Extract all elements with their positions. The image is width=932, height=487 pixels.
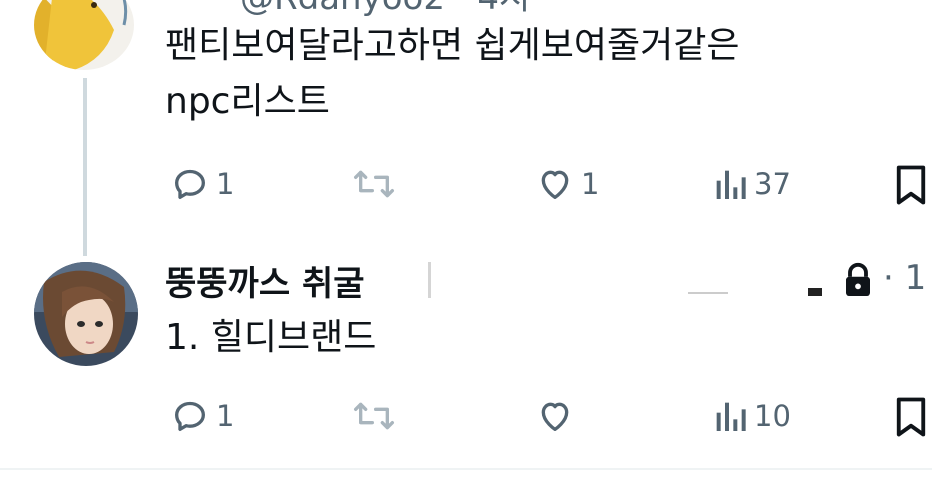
lock-icon	[842, 262, 874, 302]
tweet2-text: 1. 힐디브랜드	[165, 317, 377, 358]
tweet1-views-count: 37	[754, 167, 791, 201]
tweet2-reply-count: 1	[216, 399, 235, 433]
tweet1-text: 팬티보여달라고하면 쉽게보여줄거같은 npc리스트	[165, 18, 739, 130]
redacted-handle	[430, 258, 835, 300]
retweet-icon	[354, 170, 395, 198]
redaction-mark	[688, 292, 728, 294]
thread-connector-line	[83, 78, 87, 256]
tweet2-time[interactable]: · 1	[883, 258, 926, 298]
tweet1-views-button[interactable]: 37	[712, 164, 791, 204]
tweet2-views-count: 10	[754, 399, 791, 433]
tweet1-reply-count: 1	[216, 167, 235, 201]
tweet2-bookmark-button[interactable]	[893, 396, 929, 438]
tweet1-like-count: 1	[581, 167, 600, 201]
tweet2-display-name[interactable]: 뚱뚱까스 취굴	[165, 256, 365, 305]
tweet1-reply-button[interactable]: 1	[170, 164, 234, 204]
redaction-mark	[808, 288, 822, 296]
bookmark-icon	[896, 165, 926, 205]
tweet-divider	[0, 468, 932, 470]
reply-icon	[175, 169, 205, 199]
tweet2-reply-button[interactable]: 1	[170, 396, 234, 436]
tweet2-like-button[interactable]	[535, 396, 581, 436]
like-icon	[541, 170, 569, 199]
redaction-mark	[428, 262, 431, 298]
tweet1-bookmark-button[interactable]	[893, 164, 929, 206]
tweet1-text-line1: 팬티보여달라고하면 쉽게보여줄거같은	[165, 25, 740, 66]
tweet2-views-button[interactable]: 10	[712, 396, 791, 436]
like-icon	[541, 402, 569, 431]
tweet1-like-button[interactable]: 1	[535, 164, 599, 204]
views-icon	[716, 170, 746, 199]
tweet2-retweet-button[interactable]	[350, 396, 404, 436]
reply-icon	[175, 401, 205, 431]
avatar-tweet2[interactable]	[34, 262, 138, 366]
avatar-tweet1[interactable]	[34, 0, 134, 70]
tweet1-header-partial: @Rdanyoo2 · 4시	[240, 0, 530, 19]
tweet1-retweet-button[interactable]	[350, 164, 404, 204]
tweet1-text-line2: npc리스트	[165, 81, 330, 122]
bookmark-icon	[896, 397, 926, 437]
views-icon	[716, 402, 746, 431]
retweet-icon	[354, 402, 395, 430]
